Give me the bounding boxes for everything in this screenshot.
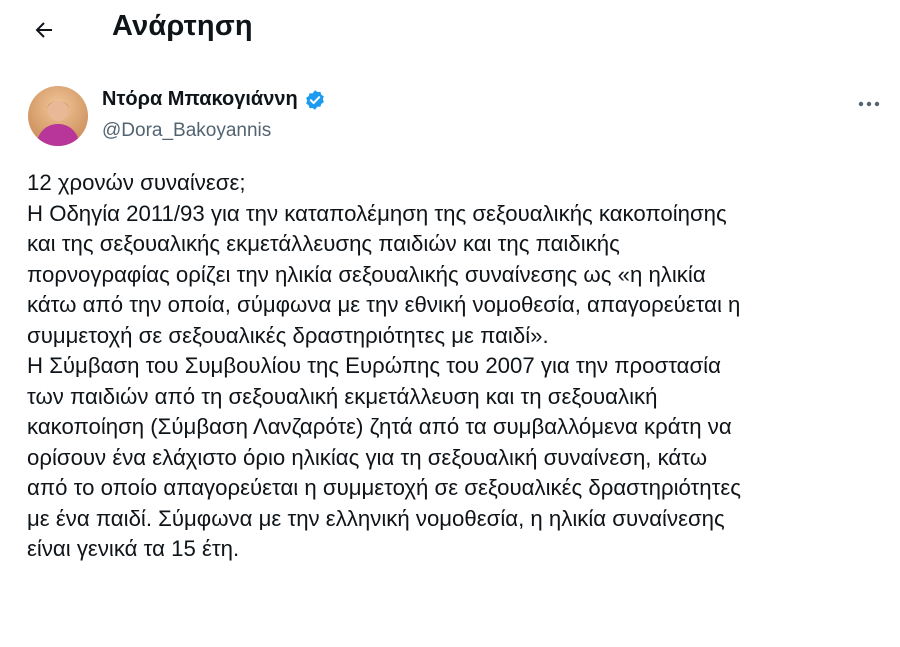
more-options-button[interactable] <box>852 92 886 116</box>
post-header: Ανάρτηση <box>0 0 900 62</box>
post-text-line: κάτω από την οποία, σύμφωνα με την εθνικ… <box>27 292 741 317</box>
post-text-line: Η Οδηγία 2011/93 για την καταπολέμηση τη… <box>27 200 727 226</box>
post-text-line: Η Σύμβαση του Συμβουλίου της Ευρώπης του… <box>27 353 721 378</box>
post-text-line: των παιδιών από τη σεξουαλική εκμετάλλευ… <box>27 383 658 409</box>
post-text-line: με ένα παιδί. Σύμφωνα με την ελληνική νο… <box>27 505 725 531</box>
post-text-line: συμμετοχή σε σεξουαλικές δραστηριότητες … <box>27 322 549 348</box>
author-name-row: Ντόρα Μπακογιάννη <box>102 88 326 111</box>
author-display-name[interactable]: Ντόρα Μπακογιάννη <box>102 88 298 111</box>
verified-badge-icon <box>304 89 326 111</box>
arrow-left-icon <box>35 22 52 38</box>
more-horizontal-icon <box>858 101 880 107</box>
post-text-line: 12 χρονών συναίνεσε; <box>27 170 246 195</box>
post-text-line: κακοποίηση (Σύμβαση Λανζαρότε) ζητά από … <box>27 414 732 439</box>
post-text-line: πορνογραφίας ορίζει την ηλικία σεξουαλικ… <box>27 261 706 287</box>
post-text-line: και της σεξουαλικής εκμετάλλευσης παιδιώ… <box>27 231 620 256</box>
post-text-line: είναι γενικά τα 15 έτη. <box>27 536 240 561</box>
post-text: 12 χρονών συναίνεσε; Η Οδηγία 2011/93 γι… <box>27 168 889 565</box>
page-title: Ανάρτηση <box>112 10 253 42</box>
avatar[interactable] <box>28 86 88 146</box>
back-button[interactable] <box>26 12 62 48</box>
post-author: Ντόρα Μπακογιάννη @Dora_Bakoyannis <box>0 80 900 150</box>
post-text-line: ορίσουν ένα ελάχιστο όριο ηλικίας για τη… <box>27 444 708 470</box>
post-text-line: από το οποίο απαγορεύεται η συμμετοχή σε… <box>27 475 741 500</box>
author-handle[interactable]: @Dora_Bakoyannis <box>102 120 271 142</box>
